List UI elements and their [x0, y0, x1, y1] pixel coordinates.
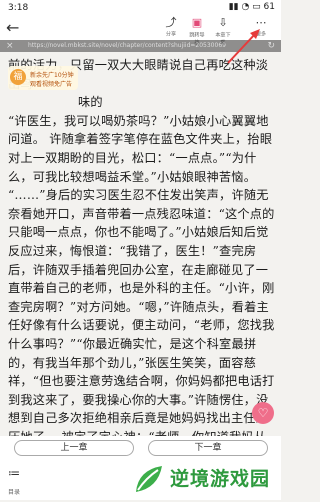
- reload-icon[interactable]: ↻: [267, 40, 275, 52]
- catalog-label: 目录: [8, 489, 21, 496]
- watermark-logo-icon: [136, 466, 162, 492]
- close-icon[interactable]: ×: [6, 40, 14, 52]
- catalog-icon[interactable]: ≔: [8, 466, 20, 480]
- back-arrow-icon[interactable]: ←: [6, 18, 19, 37]
- share-icon: ⤴: [165, 16, 177, 29]
- status-time: 3:18: [8, 3, 29, 13]
- prev-chapter-button[interactable]: 上一章: [14, 440, 134, 456]
- share-button[interactable]: ⤴ 分享: [160, 17, 182, 38]
- page-url: https://novel.mbkst.site/novel/chapter/c…: [28, 42, 226, 49]
- text-line: 味的: [78, 95, 103, 110]
- watermark-text: 逆境游戏园: [170, 468, 271, 490]
- floating-heart-icon[interactable]: ♡: [252, 402, 274, 424]
- next-chapter-button[interactable]: 下一章: [148, 440, 268, 456]
- ad-free-promo[interactable]: 福 新余先广10分钟 观看视频免广告: [8, 66, 78, 90]
- status-indicators: ▮▮ ◔ ▭ 61: [228, 2, 275, 12]
- annotation-arrow-icon: [227, 29, 260, 64]
- nav-icon: ▣: [191, 16, 203, 29]
- bottom-bar: ≔ 目录 逆境游戏园: [0, 456, 281, 500]
- gift-icon: 福: [10, 69, 26, 85]
- status-bar: 3:18 ▮▮ ◔ ▭ 61: [0, 0, 281, 16]
